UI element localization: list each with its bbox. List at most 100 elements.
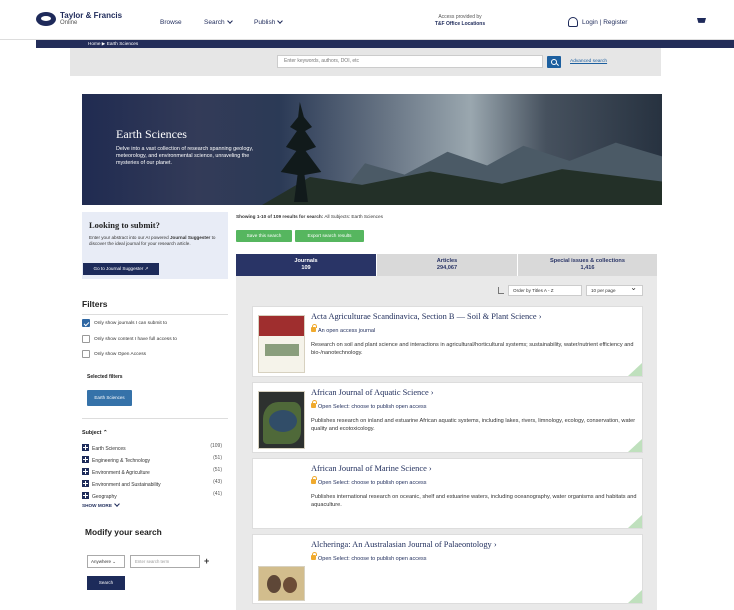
journal-title[interactable]: Acta Agriculturae Scandinavica, Section … — [311, 312, 542, 321]
logo-text: Taylor & Francis Online — [60, 11, 123, 27]
global-search-input[interactable]: Enter keywords, authors, DOI, etc — [277, 55, 543, 68]
access-text: Open Select: choose to publish open acce… — [318, 480, 427, 486]
show-more-label: SHOW MORE — [82, 503, 112, 508]
checkbox-icon[interactable] — [82, 335, 90, 343]
access-text: Open Select: choose to publish open acce… — [318, 404, 427, 410]
page-title: Earth Sciences — [116, 127, 187, 141]
advanced-search-link[interactable]: Advanced search — [570, 59, 607, 64]
subject-item[interactable]: Environment and Sustainability (43) — [82, 479, 222, 488]
search-term-input[interactable]: Enter search term — [130, 555, 200, 568]
tab-articles[interactable]: Articles 294,067 — [377, 254, 517, 276]
save-search-button[interactable]: Save this search — [236, 230, 292, 242]
plus-icon[interactable] — [82, 468, 89, 475]
journal-title-text: Acta Agriculturae Scandinavica, Section … — [311, 312, 537, 321]
search-button[interactable] — [547, 56, 561, 68]
tab-count: 294,067 — [436, 265, 458, 271]
submit-title: Looking to submit? — [89, 220, 160, 230]
filter-submit[interactable]: Only show journals I can submit to — [82, 319, 167, 327]
subject-filter-title[interactable]: Subject ⌃ — [82, 430, 108, 436]
subject-item[interactable]: Earth Sciences (109) — [82, 443, 222, 452]
result-tabs: Journals 109 Articles 294,067 Special issu… — [236, 254, 657, 276]
brand-name: Taylor & Francis — [60, 11, 123, 20]
journal-card[interactable]: Alcheringa: An Australasian Journal of P… — [252, 534, 643, 604]
selected-filter-chip[interactable]: Earth Sciences — [87, 390, 132, 406]
chevron-right-icon: › — [428, 464, 432, 473]
open-access-label: Open Select: choose to publish open acce… — [311, 476, 427, 486]
journal-cover-image — [258, 391, 305, 449]
journal-suggester-button[interactable]: Go to Journal Suggester ↗ — [83, 263, 159, 275]
divider — [82, 418, 228, 419]
taylor-francis-logo[interactable]: Taylor & Francis Online — [36, 12, 122, 26]
checked-checkbox-icon[interactable] — [82, 319, 90, 327]
journal-title[interactable]: African Journal of Aquatic Science › — [311, 388, 434, 397]
journal-description: Research on soil and plant science and i… — [311, 342, 634, 356]
filter-label: Only show journals I can submit to — [94, 320, 168, 326]
sort-icon — [498, 287, 504, 294]
publish-menu[interactable]: Publish — [254, 18, 284, 26]
filters-title: Filters — [82, 299, 108, 309]
subject-title-text: Subject — [82, 430, 102, 436]
subject-label: Earth Sciences — [92, 446, 126, 452]
result-count-prefix: Showing 1-10 of 109 results for search: — [236, 214, 324, 219]
chevron-up-icon: ⌃ — [102, 430, 108, 436]
open-access-label: Open Select: choose to publish open acce… — [311, 400, 427, 410]
subject-item[interactable]: Environment & Agriculture (51) — [82, 467, 222, 476]
submit-text: Enter your abstract into our AI powered … — [89, 235, 216, 247]
publish-menu-label: Publish — [254, 19, 276, 26]
cart-icon[interactable] — [697, 18, 706, 23]
subject-count: (51) — [213, 455, 222, 461]
subject-label: Environment & Agriculture — [92, 470, 150, 476]
subject-item[interactable]: Engineering & Technology (51) — [82, 455, 222, 464]
login-register-link[interactable]: Login | Register — [568, 17, 627, 27]
subject-count: (51) — [213, 467, 222, 473]
tab-count: 1,416 — [580, 265, 595, 271]
search-field-select[interactable]: Anywhere ⌄ — [87, 555, 125, 568]
per-page-select[interactable]: 10 per page — [586, 283, 643, 296]
brand-sub: Online — [60, 20, 78, 26]
result-count: Showing 1-10 of 109 results for search: … — [236, 214, 383, 219]
user-icon — [568, 17, 578, 27]
tab-special-issues[interactable]: Special issues & collections 1,416 — [518, 254, 657, 276]
plus-icon[interactable] — [82, 456, 89, 463]
chevron-down-icon: ⌄ — [112, 559, 117, 564]
modify-search-title: Modify your search — [85, 527, 162, 537]
tab-label: Journals — [294, 258, 318, 264]
journal-title-text: African Journal of Marine Science — [311, 464, 427, 473]
logo-icon — [36, 12, 56, 26]
export-search-results-button[interactable]: Export search results — [295, 230, 364, 242]
plus-icon[interactable] — [82, 444, 89, 451]
journal-card[interactable]: African Journal of Aquatic Science › Ope… — [252, 382, 643, 453]
journal-cover-image — [258, 315, 305, 373]
journal-title[interactable]: African Journal of Marine Science › — [311, 464, 432, 473]
browse-menu[interactable]: Browse — [160, 19, 182, 26]
tab-count: 109 — [301, 265, 311, 271]
open-lock-icon — [311, 476, 317, 484]
filter-full-access[interactable]: Only show content I have full access to — [82, 335, 177, 343]
checkbox-icon[interactable] — [82, 350, 90, 358]
plus-icon[interactable] — [82, 492, 89, 499]
subject-item[interactable]: Geography (41) — [82, 491, 222, 500]
journal-title-text: Alcheringa: An Australasian Journal of P… — [311, 540, 492, 549]
corner-flag-icon — [628, 515, 642, 528]
journal-card[interactable]: Acta Agriculturae Scandinavica, Section … — [252, 306, 643, 377]
subject-count: (41) — [213, 491, 222, 497]
journal-card[interactable]: African Journal of Marine Science › Open… — [252, 458, 643, 529]
journal-title[interactable]: Alcheringa: An Australasian Journal of P… — [311, 540, 497, 549]
plus-icon[interactable] — [82, 480, 89, 487]
add-search-term-icon[interactable]: + — [204, 556, 209, 566]
tab-journals[interactable]: Journals 109 — [236, 254, 376, 276]
search-menu[interactable]: Search — [204, 18, 233, 26]
login-register-text: Login | Register — [582, 18, 628, 26]
chevron-down-icon — [277, 18, 284, 24]
search-menu-label: Search — [204, 19, 225, 26]
open-access-label: An open access journal — [311, 324, 375, 334]
subject-label: Environment and Sustainability — [92, 482, 161, 488]
order-select[interactable]: Order by Titles A - Z — [508, 285, 582, 296]
filter-open-access[interactable]: Only show Open Access — [82, 350, 146, 358]
access-text: Open Select: choose to publish open acce… — [318, 556, 427, 562]
submit-text-part: Enter your abstract into our AI powered — [89, 235, 170, 240]
breadcrumb[interactable]: Home ▶ Earth Sciences — [36, 40, 734, 48]
open-lock-icon — [311, 324, 317, 332]
modify-search-button[interactable]: Search — [87, 576, 125, 590]
show-more-button[interactable]: SHOW MORE — [82, 501, 120, 508]
